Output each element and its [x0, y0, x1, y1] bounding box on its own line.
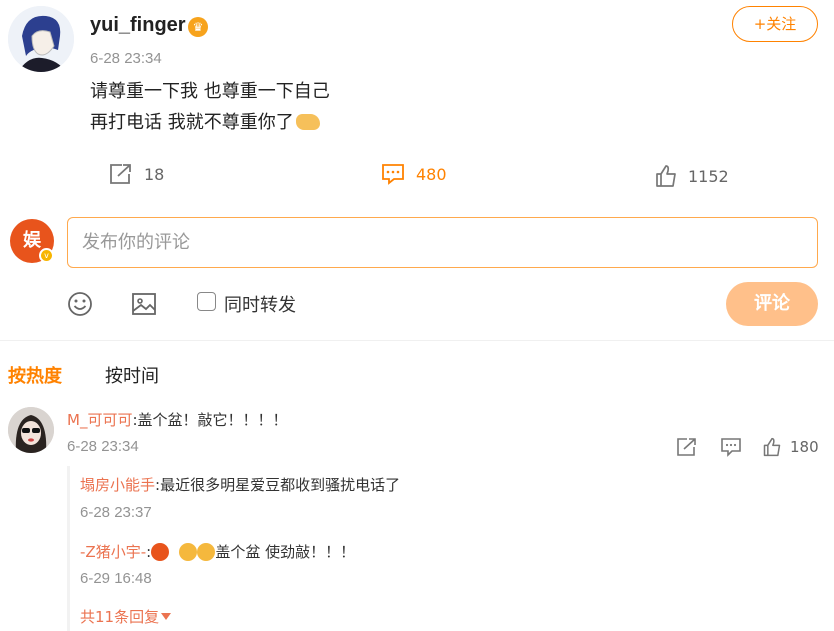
comment-1-like-button[interactable]: 180	[762, 437, 819, 457]
comment-1-share-button[interactable]	[676, 437, 698, 457]
comment-1-body: M_可可可:盖个盆！敲它！！！！	[67, 409, 288, 430]
laughing-emoji-icon-2	[197, 543, 216, 561]
commenter-avatar-image	[8, 407, 54, 453]
repost-icon	[110, 164, 131, 184]
reply-1-text: :最近很多明星爱豆都收到骚扰电话了	[155, 476, 401, 494]
reply-1-body: 塌房小能手:最近很多明星爱豆都收到骚扰电话了	[80, 474, 400, 495]
comment-1-like-count: 180	[790, 438, 819, 456]
reply-2-body: -Z猪小宇-: 盖个盆 使劲敲！！！	[80, 541, 355, 562]
comment-icon	[721, 438, 741, 457]
comment-1-time: 6-28 23:34	[67, 438, 139, 455]
reply-2-author[interactable]: -Z猪小宇-	[80, 543, 146, 561]
tab-sort-time[interactable]: 按时间	[105, 362, 159, 388]
submit-comment-button[interactable]: 评论	[726, 282, 818, 326]
share-icon	[677, 438, 696, 456]
comment-action[interactable]: 480	[380, 162, 447, 186]
reply-1-author[interactable]: 塌房小能手	[80, 476, 155, 494]
comment-count: 480	[416, 164, 447, 184]
comment-icon	[382, 164, 404, 185]
verified-badge-icon: v	[39, 248, 54, 263]
handshake-emoji-icon	[295, 114, 320, 130]
repost-count: 18	[144, 164, 165, 184]
comment-input[interactable]	[67, 217, 818, 268]
more-replies-link[interactable]: 共11条回复	[80, 606, 172, 627]
fan-badge-icon	[151, 543, 170, 561]
like-action[interactable]: 1152	[654, 164, 729, 188]
tab-sort-hot[interactable]: 按热度	[8, 362, 62, 388]
reply-1-time: 6-28 23:37	[80, 504, 152, 521]
like-count: 1152	[688, 166, 729, 186]
repost-checkbox[interactable]	[197, 292, 216, 311]
repost-action[interactable]: 18	[108, 162, 164, 186]
laughing-emoji-icon	[179, 543, 198, 561]
post-text-line-1: 请尊重一下我 也尊重一下自己	[90, 81, 330, 102]
image-icon[interactable]	[130, 290, 158, 318]
post-text-line-2: 再打电话 我就不尊重你了	[90, 108, 320, 134]
like-icon	[656, 165, 676, 187]
reply-2-time: 6-29 16:48	[80, 570, 152, 587]
author-avatar-image	[8, 6, 74, 72]
chevron-down-icon	[161, 613, 172, 620]
comment-1-text: :盖个盆！敲它！！！！	[132, 411, 288, 429]
comment-1-author[interactable]: M_可可可	[67, 411, 132, 429]
section-divider	[0, 340, 834, 341]
repost-checkbox-label[interactable]: 同时转发	[224, 291, 296, 317]
reply-2-text: 盖个盆 使劲敲！！！	[215, 543, 356, 561]
commenter-avatar[interactable]	[8, 407, 54, 453]
emoji-icon[interactable]	[66, 290, 94, 318]
reply-thread-line	[67, 466, 70, 631]
follow-button[interactable]: +关注	[732, 6, 818, 42]
post-timestamp[interactable]: 6-28 23:34	[90, 50, 162, 67]
crown-icon: ♛	[188, 17, 208, 37]
author-avatar[interactable]	[8, 6, 74, 72]
like-icon	[763, 437, 781, 457]
post-text-line-2-content: 再打电话 我就不尊重你了	[90, 112, 294, 133]
author-name[interactable]: yui_finger	[90, 14, 186, 37]
more-replies-label: 共11条回复	[80, 608, 160, 626]
comment-1-reply-button[interactable]	[720, 437, 742, 457]
